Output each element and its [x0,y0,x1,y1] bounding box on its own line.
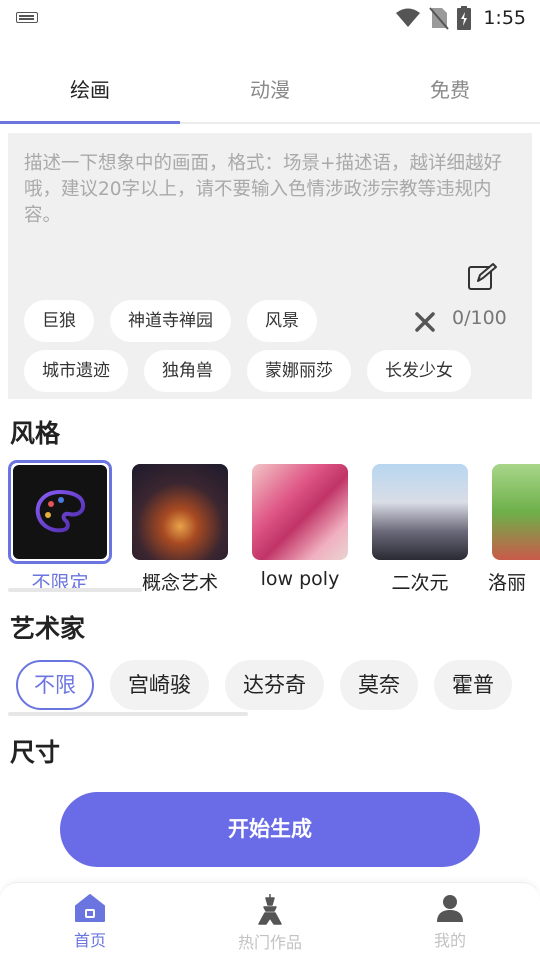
style-item-unlimited[interactable]: 不限定 [8,460,112,594]
suggestion-chip[interactable]: 城市遗迹 [24,350,128,392]
status-bar: 1:55 [0,0,540,36]
style-item-anime[interactable]: 二次元 [368,460,472,594]
no-sim-icon [429,7,450,30]
person-icon [437,895,463,922]
tab-free[interactable]: 免费 [360,60,540,122]
prompt-input[interactable]: 描述一下想象中的画面，格式：场景+描述语，越详细越好哦，建议20字以上，请不要输… [24,151,520,229]
style-item-low-poly[interactable]: low poly [248,460,352,590]
keyboard-icon [16,12,38,23]
artist-section-title: 艺术家 [10,614,86,643]
suggestion-chip[interactable]: 巨狼 [24,300,94,342]
nav-hot-works[interactable]: 热门作品 [180,883,360,960]
style-label: low poly [260,568,340,590]
style-thumb-anime [372,464,468,560]
bottom-nav: 首页 热门作品 我的 [0,882,540,960]
style-section-title: 风格 [10,419,61,448]
clock: 1:55 [483,7,526,29]
suggestion-chips-row-2: 城市遗迹 独角兽 蒙娜丽莎 长发少女 [24,350,471,392]
nav-label: 我的 [433,931,466,950]
tab-anime[interactable]: 动漫 [180,60,360,122]
style-item-lolita[interactable]: 洛丽 [488,460,540,594]
artist-scroll-indicator [8,712,248,716]
style-thumb-concept-art [132,464,228,560]
style-thumb [8,460,112,564]
style-label: 概念艺术 [141,572,218,594]
suggestion-chip[interactable]: 神道寺禅园 [110,300,231,342]
artist-chip-miyazaki[interactable]: 宫崎骏 [110,660,209,710]
close-icon[interactable] [414,311,436,333]
tower-icon [258,894,282,925]
system-icons: 1:55 [395,4,526,32]
tab-painting[interactable]: 绘画 [0,60,180,124]
suggestion-chip[interactable]: 长发少女 [367,350,471,392]
artist-chip-unlimited[interactable]: 不限 [16,660,94,710]
suggestion-chip[interactable]: 风景 [247,300,317,342]
style-scroll-indicator [8,588,142,592]
style-label: 二次元 [391,572,449,594]
style-list: 不限定 概念艺术 low poly 二次元 洛丽 [8,460,540,594]
wifi-icon [396,8,421,27]
prompt-area[interactable]: 描述一下想象中的画面，格式：场景+描述语，越详细越好哦，建议20字以上，请不要输… [8,133,532,399]
char-counter: 0/100 [452,307,507,329]
palette-icon [35,489,86,533]
artist-chip-davinci[interactable]: 达芬奇 [225,660,324,710]
suggestion-chips-row-1: 巨狼 神道寺禅园 风景 [24,300,317,342]
nav-label: 首页 [73,931,106,950]
style-thumb-lolita [492,464,540,560]
artist-chip-hopper[interactable]: 霍普 [434,660,512,710]
edit-icon[interactable] [466,261,498,293]
home-icon [75,894,105,922]
size-section-title: 尺寸 [10,738,61,767]
style-label: 洛丽 [488,572,527,594]
artist-list: 不限 宫崎骏 达芬奇 莫奈 霍普 [16,660,540,710]
battery-icon [457,6,472,30]
nav-mine[interactable]: 我的 [360,883,540,960]
suggestion-chip[interactable]: 蒙娜丽莎 [247,350,351,392]
nav-home[interactable]: 首页 [0,883,180,960]
nav-label: 热门作品 [237,933,302,952]
artist-chip-monet[interactable]: 莫奈 [340,660,418,710]
style-item-concept-art[interactable]: 概念艺术 [128,460,232,594]
generate-button[interactable]: 开始生成 [60,792,480,867]
suggestion-chip[interactable]: 独角兽 [144,350,231,392]
style-thumb-low-poly [252,464,348,560]
top-tabs: 绘画 动漫 免费 [0,60,540,124]
